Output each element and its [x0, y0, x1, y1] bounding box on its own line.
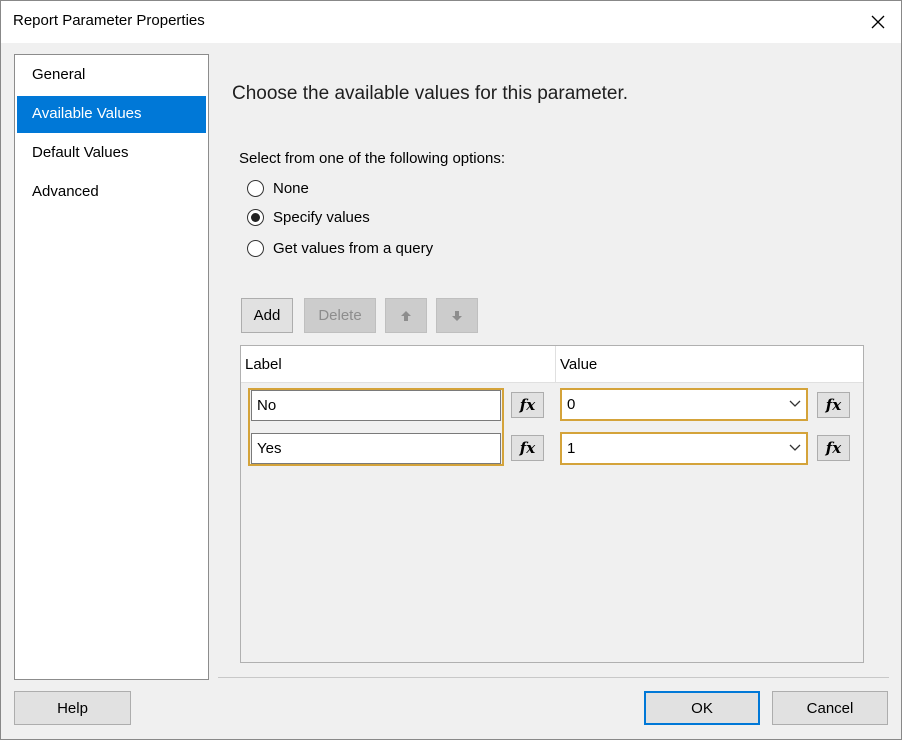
label-expression-button-row1[interactable]: fx	[511, 392, 544, 418]
nav-item-available-values[interactable]: Available Values	[17, 96, 206, 133]
radio-label: Specify values	[273, 209, 370, 226]
column-header-label: Label	[245, 356, 282, 373]
add-button[interactable]: Add	[241, 298, 293, 333]
radio-get-values-from-query[interactable]: Get values from a query	[247, 240, 433, 257]
options-label: Select from one of the following options…	[239, 150, 505, 167]
nav-item-general[interactable]: General	[17, 57, 206, 94]
dialog-window: Report Parameter Properties General Avai…	[0, 0, 902, 740]
value-text: 0	[567, 396, 576, 413]
delete-button[interactable]: Delete	[304, 298, 376, 333]
radio-button[interactable]	[247, 180, 264, 197]
value-text: 1	[567, 440, 576, 457]
arrow-up-icon	[401, 310, 411, 321]
radio-label: Get values from a query	[273, 240, 434, 257]
sidebar-nav: General Available Values Default Values …	[14, 54, 209, 680]
help-button[interactable]: Help	[14, 691, 131, 725]
close-icon	[871, 15, 885, 29]
label-expression-button-row2[interactable]: fx	[511, 435, 544, 461]
radio-label: None	[273, 180, 309, 197]
page-heading: Choose the available values for this par…	[232, 83, 629, 104]
nav-item-advanced[interactable]: Advanced	[17, 174, 206, 211]
value-expression-button-row1[interactable]: fx	[817, 392, 850, 418]
column-header-value: Value	[560, 356, 598, 373]
grid-header: Label Value	[241, 346, 863, 383]
values-grid: Label Value No Yes fx fx 0 1 fx fx	[240, 345, 864, 663]
label-field-row2[interactable]: Yes	[251, 433, 501, 464]
radio-selected-dot	[251, 213, 260, 222]
title-bar: Report Parameter Properties	[1, 1, 901, 43]
nav-item-default-values[interactable]: Default Values	[17, 135, 206, 172]
arrow-down-icon	[452, 310, 462, 321]
ok-button[interactable]: OK	[644, 691, 760, 725]
radio-button[interactable]	[247, 209, 264, 226]
fx-icon: fx	[519, 439, 536, 457]
move-down-button[interactable]	[436, 298, 478, 333]
value-dropdown-row1[interactable]: 0	[560, 388, 808, 421]
cancel-button[interactable]: Cancel	[772, 691, 888, 725]
move-up-button[interactable]	[385, 298, 427, 333]
radio-none[interactable]: None	[247, 180, 309, 197]
chevron-down-icon	[789, 400, 801, 407]
chevron-down-icon	[789, 444, 801, 451]
fx-icon: fx	[825, 439, 842, 457]
radio-specify-values[interactable]: Specify values	[247, 209, 370, 226]
footer-divider	[218, 677, 889, 678]
value-dropdown-row2[interactable]: 1	[560, 432, 808, 465]
window-title: Report Parameter Properties	[13, 12, 205, 29]
close-button[interactable]	[855, 1, 901, 43]
fx-icon: fx	[519, 396, 536, 414]
radio-button[interactable]	[247, 240, 264, 257]
fx-icon: fx	[825, 396, 842, 414]
label-field-row1[interactable]: No	[251, 390, 501, 421]
value-expression-button-row2[interactable]: fx	[817, 435, 850, 461]
